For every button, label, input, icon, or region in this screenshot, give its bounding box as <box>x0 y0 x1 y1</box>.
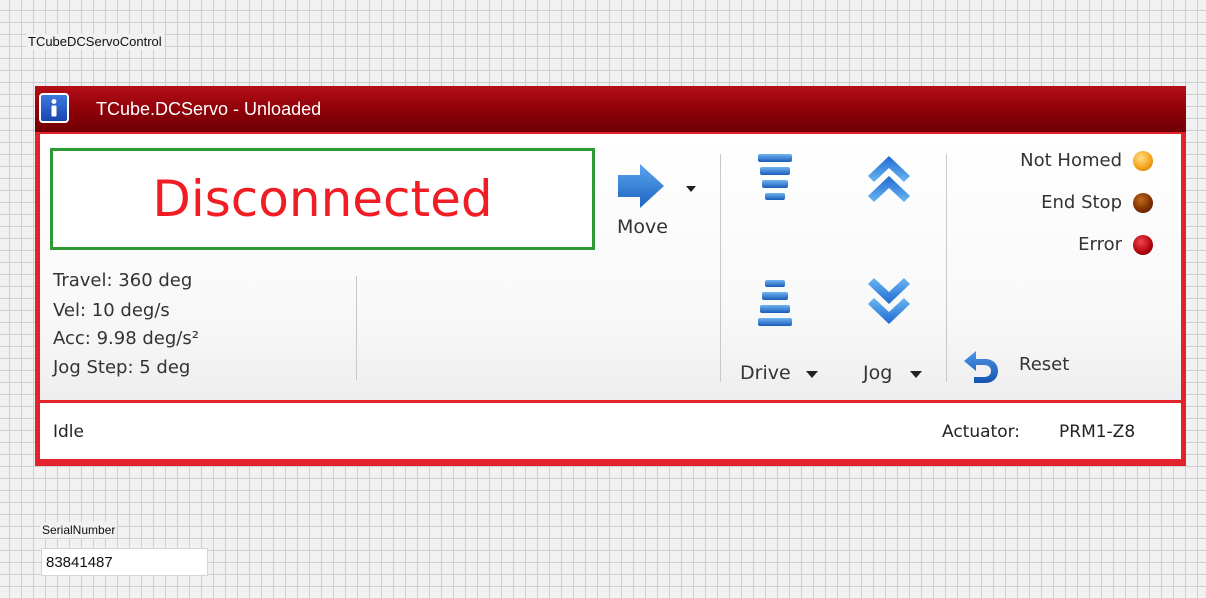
actuator-value: PRM1-Z8 <box>1059 422 1136 442</box>
drive-dropdown-icon <box>806 371 818 378</box>
control-caption: TCubeDCServoControl <box>26 34 164 50</box>
jog-menu-button[interactable]: Jog <box>860 360 936 390</box>
jog-step-info: Jog Step: 5 deg <box>53 357 191 378</box>
jog-reverse-button[interactable] <box>864 274 914 334</box>
reset-undo-icon <box>964 351 998 383</box>
error-label: Error <box>1078 234 1122 255</box>
move-dropdown-icon <box>686 186 696 192</box>
jog-forward-button[interactable] <box>864 150 914 210</box>
window-title: TCube.DCServo - Unloaded <box>96 99 322 119</box>
jog-down-icon <box>868 278 910 324</box>
move-button[interactable]: Move <box>614 158 710 254</box>
end-stop-label: End Stop <box>1041 192 1122 213</box>
not-homed-label: Not Homed <box>1020 150 1122 171</box>
move-label: Move <box>617 216 668 238</box>
title-bar: TCube.DCServo - Unloaded <box>35 86 1186 132</box>
not-homed-led <box>1133 151 1153 171</box>
error-led <box>1133 235 1153 255</box>
jog-up-icon <box>868 156 910 202</box>
end-stop-led <box>1133 193 1153 213</box>
move-arrow-icon <box>618 164 664 208</box>
acceleration-info: Acc: 9.98 deg/s² <box>53 328 199 349</box>
drive-menu-button[interactable]: Drive <box>740 360 820 390</box>
drive-reverse-button[interactable] <box>752 276 796 332</box>
status-text: Idle <box>53 422 84 442</box>
jog-divider <box>946 154 947 382</box>
actuator-label: Actuator: <box>942 422 1021 442</box>
connection-status-text: Disconnected <box>152 170 493 228</box>
reset-button[interactable]: Reset <box>962 346 1082 386</box>
position-display: Disconnected <box>50 148 595 250</box>
jog-label: Jog <box>863 362 893 384</box>
info-icon[interactable] <box>39 93 69 123</box>
drive-reverse-icon <box>758 280 792 326</box>
serial-number-input[interactable] <box>41 548 208 576</box>
move-divider <box>720 154 721 382</box>
control-body: Disconnected Travel: 360 deg Vel: 10 deg… <box>40 134 1181 400</box>
drive-forward-button[interactable] <box>752 150 796 210</box>
drive-forward-icon <box>758 154 792 200</box>
reset-label: Reset <box>1019 354 1070 375</box>
dcservo-control-panel: TCube.DCServo - Unloaded Disconnected Tr… <box>35 86 1186 466</box>
status-bar: Idle Actuator: PRM1-Z8 <box>40 403 1181 459</box>
jog-dropdown-icon <box>910 371 922 378</box>
velocity-info: Vel: 10 deg/s <box>53 300 170 321</box>
drive-label: Drive <box>740 362 791 384</box>
travel-info: Travel: 360 deg <box>53 270 193 291</box>
serial-number-label: SerialNumber <box>40 522 118 538</box>
info-divider <box>356 276 357 380</box>
